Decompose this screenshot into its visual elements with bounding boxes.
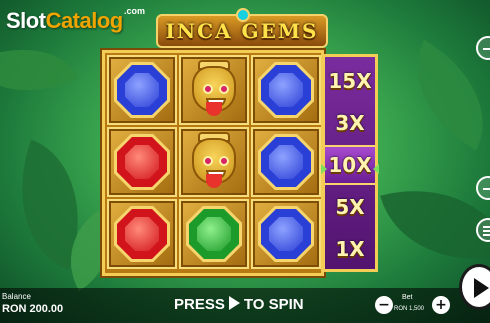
arrow-right-icon (321, 164, 327, 174)
red-gem-symbol (117, 137, 167, 187)
reel-cell (251, 199, 321, 269)
spin-suffix: TO SPIN (243, 296, 304, 313)
bottom-bar: Balance RON 200.00 PRESS TO SPIN − Bet RO… (0, 288, 490, 323)
spin-play-icon (474, 278, 489, 298)
red-gem-symbol (117, 209, 167, 259)
reel-cell (107, 127, 177, 197)
watermark-slot: Slot (6, 8, 46, 33)
press-to-spin[interactable]: PRESS TO SPIN (174, 296, 304, 313)
bet-value: RON 1,500 (394, 306, 425, 312)
multiplier-column: 15X 3X 10X 5X 1X (321, 54, 379, 272)
watermark-catalog: Catalog (45, 8, 124, 33)
multiplier-1x: 1X (335, 237, 365, 261)
foliage-leaf (0, 23, 79, 117)
play-icon (228, 296, 240, 310)
autoplay-button[interactable] (476, 176, 490, 200)
reel-grid (102, 50, 324, 276)
game-logo: INCA GEMS (156, 8, 328, 48)
autoplay-icon (483, 188, 490, 190)
green-gem-symbol (189, 209, 239, 259)
reel-cell (179, 127, 249, 197)
reel-cell (179, 55, 249, 125)
inca-mask-symbol (186, 132, 242, 192)
balance-value: RON 200.00 (2, 303, 64, 315)
watermark-com: .com (124, 6, 146, 16)
logo-gem-icon (236, 8, 250, 22)
multiplier-5x: 5X (335, 195, 365, 219)
reel-cell (251, 127, 321, 197)
reel-cell (107, 55, 177, 125)
menu-icon (483, 48, 490, 50)
blue-gem-symbol (117, 65, 167, 115)
arrow-left-icon (373, 164, 379, 174)
bet-decrease-button[interactable]: − (375, 296, 393, 314)
blue-gem-symbol (261, 65, 311, 115)
multiplier-15x: 15X (328, 69, 372, 93)
settings-icon (483, 226, 490, 228)
reel-cell (179, 199, 249, 269)
bet-label: Bet (402, 294, 413, 301)
bet-increase-button[interactable]: + (432, 296, 450, 314)
menu-button[interactable] (476, 36, 490, 60)
blue-gem-symbol (261, 137, 311, 187)
reel-cell (107, 199, 177, 269)
multiplier-3x: 3X (335, 111, 365, 135)
inca-mask-symbol (186, 60, 242, 120)
spin-prefix: PRESS (174, 296, 225, 313)
balance-label: Balance (2, 292, 31, 301)
foliage-leaf (389, 39, 490, 151)
blue-gem-symbol (261, 209, 311, 259)
game-title: INCA GEMS (165, 19, 319, 43)
multiplier-10x: 10X (321, 145, 379, 185)
reel-cell (251, 55, 321, 125)
slotcatalog-watermark: SlotCatalog .com (6, 6, 145, 34)
